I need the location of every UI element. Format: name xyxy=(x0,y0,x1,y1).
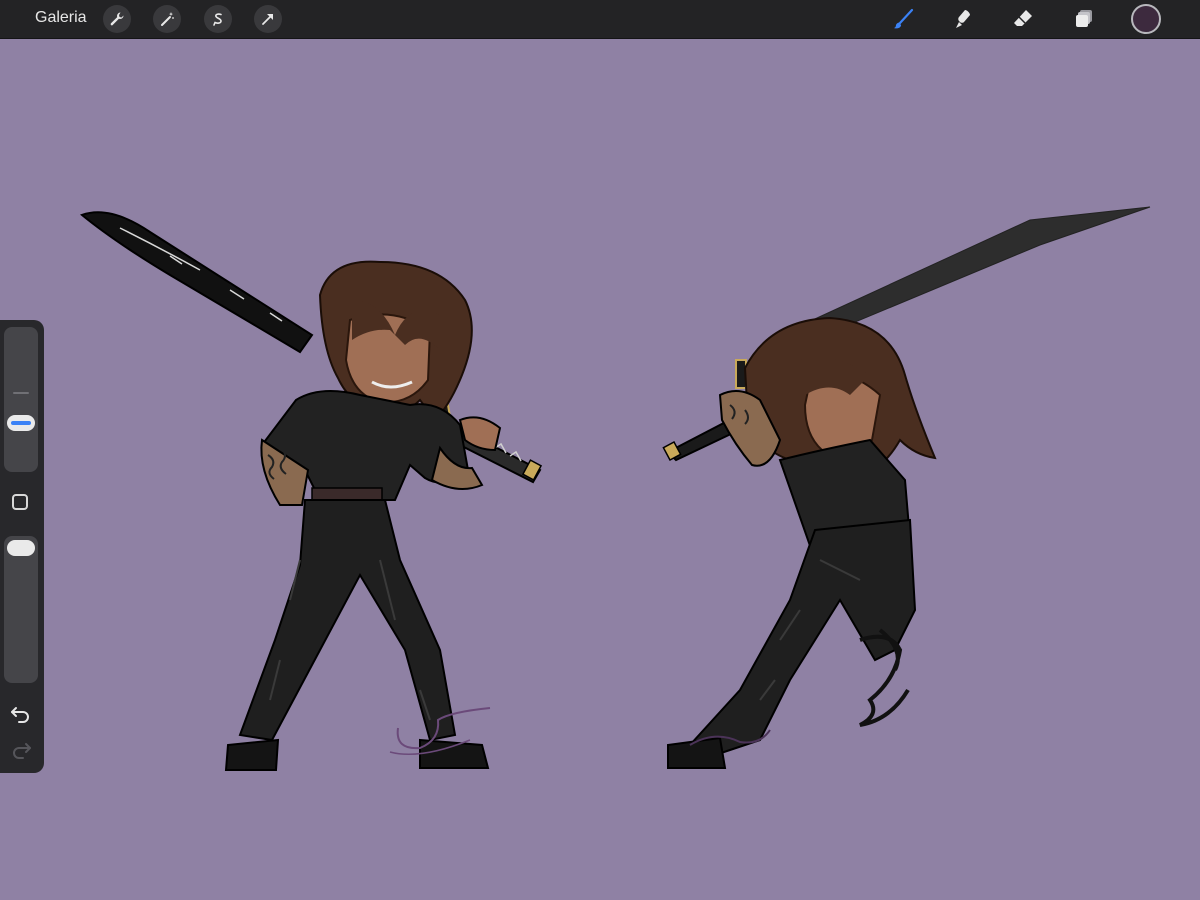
transform-button[interactable] xyxy=(254,5,282,33)
opacity-slider[interactable] xyxy=(4,536,38,683)
drawing-canvas[interactable] xyxy=(0,39,1200,900)
selection-button[interactable] xyxy=(204,5,232,33)
undo-icon xyxy=(11,707,29,723)
smudge-icon xyxy=(956,10,970,28)
smudge-tool-button[interactable] xyxy=(948,5,976,33)
brush-size-slider[interactable] xyxy=(4,327,38,472)
opacity-knob[interactable] xyxy=(7,540,35,556)
right-character-illustration xyxy=(662,206,1151,769)
actions-button[interactable] xyxy=(103,5,131,33)
wrench-icon xyxy=(110,12,124,26)
top-toolbar: Galeria xyxy=(0,0,1200,39)
layers-icon xyxy=(1076,10,1092,27)
left-sidebar xyxy=(0,320,44,773)
eraser-tool-button[interactable] xyxy=(1009,5,1037,33)
left-character-illustration xyxy=(79,211,543,771)
modify-button[interactable] xyxy=(12,494,28,510)
brush-icon xyxy=(893,8,914,29)
layers-button[interactable] xyxy=(1070,5,1098,33)
magic-wand-icon xyxy=(161,12,174,26)
redo-icon xyxy=(13,743,31,759)
brush-tool-button[interactable] xyxy=(889,5,917,33)
redo-button[interactable] xyxy=(10,740,34,760)
color-picker-button[interactable] xyxy=(1131,4,1161,34)
eraser-icon xyxy=(1014,10,1032,26)
brush-size-knob[interactable] xyxy=(7,415,35,431)
gallery-button[interactable]: Galeria xyxy=(35,9,87,27)
slider-tick xyxy=(13,392,29,394)
undo-button[interactable] xyxy=(10,704,34,724)
transform-arrow-icon xyxy=(262,14,273,25)
selection-icon xyxy=(213,13,222,26)
adjustments-button[interactable] xyxy=(153,5,181,33)
